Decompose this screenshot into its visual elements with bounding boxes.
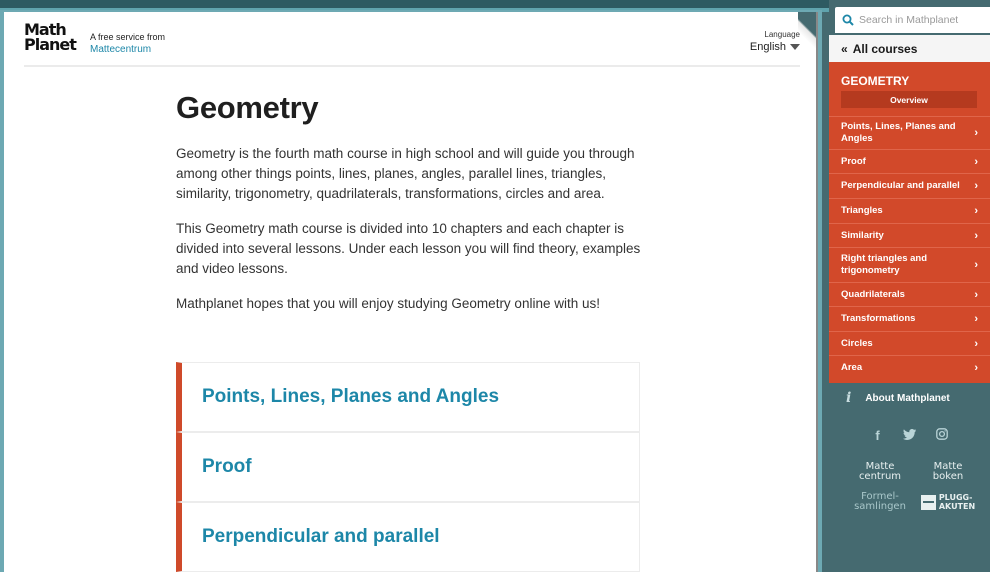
all-courses-label: All courses xyxy=(852,41,918,56)
sidebar-item-right-triangles[interactable]: Right triangles and trigonometry › xyxy=(829,247,990,282)
about-mathplanet-link[interactable]: i About Mathplanet xyxy=(829,383,990,413)
facebook-icon[interactable]: f xyxy=(871,428,885,443)
language-dropdown[interactable]: English xyxy=(750,41,800,53)
divide-icon xyxy=(920,494,936,510)
chapter-nav-list: Points, Lines, Planes and Angles › Proof ›… xyxy=(829,116,990,379)
all-courses-link[interactable]: « All courses xyxy=(829,35,990,62)
chapter-list: Points, Lines, Planes and Angles Proof P… xyxy=(176,362,640,572)
chevron-right-icon: › xyxy=(974,288,978,301)
sidebar-item-label: Proof xyxy=(841,155,866,167)
sidebar-item-triangles[interactable]: Triangles › xyxy=(829,198,990,223)
tagline: A free service from xyxy=(90,32,166,42)
sidebar-item-label: Points, Lines, Planes and Angles xyxy=(841,121,956,144)
pluggakuten-line2: AKUTEN xyxy=(938,502,976,511)
mattecentrum-logo[interactable]: Matte centrum xyxy=(849,462,911,482)
info-icon: i xyxy=(846,390,852,406)
chapter-title: Proof xyxy=(202,456,252,477)
chapter-card[interactable]: Perpendicular and parallel xyxy=(176,502,640,572)
social-links: f xyxy=(829,428,990,443)
chevron-right-icon: › xyxy=(974,313,978,325)
chapter-card[interactable]: Points, Lines, Planes and Angles xyxy=(176,362,640,432)
sidebar-item-label: Circles xyxy=(841,337,873,349)
chevron-right-icon: › xyxy=(974,229,978,242)
chevron-right-icon: › xyxy=(974,180,978,192)
chevron-right-icon: › xyxy=(974,127,978,139)
language-value: English xyxy=(749,41,786,53)
sidebar-item-transformations[interactable]: Transformations › xyxy=(829,306,990,331)
double-chevron-left-icon: « xyxy=(841,41,848,56)
pluggakuten-text: PLUGG- AKUTEN xyxy=(939,493,975,511)
course-intro: Geometry Geometry is the fourth math cou… xyxy=(176,90,646,329)
search-icon xyxy=(842,14,854,26)
intro-paragraph: Mathplanet hopes that you will enjoy stu… xyxy=(176,296,600,311)
sidebar-item-label: Right triangles and trigonometry xyxy=(841,253,928,276)
matteboken-logo[interactable]: Matte boken xyxy=(917,462,979,482)
sidebar-item-proof[interactable]: Proof › xyxy=(829,149,990,173)
formelsamlingen-logo[interactable]: Formel- samlingen xyxy=(849,492,911,512)
sidebar: « All courses GEOMETRY Overview Points, … xyxy=(829,0,990,572)
chevron-right-icon: › xyxy=(974,259,978,271)
language-selector: Language English xyxy=(750,30,800,53)
sidebar-item-label: Perpendicular and parallel xyxy=(841,180,960,191)
intro-paragraph: This Geometry math course is divided int… xyxy=(176,221,641,276)
partner-logos: Matte centrum Matte boken Formel- samlin… xyxy=(849,462,979,512)
sidebar-item-label: Area xyxy=(841,361,863,373)
sidebar-item-label: Triangles xyxy=(841,205,883,216)
course-nav-panel: GEOMETRY Overview Points, Lines, Planes … xyxy=(829,62,990,383)
search-box xyxy=(835,7,990,33)
sidebar-item-circles[interactable]: Circles › xyxy=(829,331,990,355)
chapter-title: Perpendicular and parallel xyxy=(202,526,440,547)
instagram-icon[interactable] xyxy=(935,428,949,443)
chevron-right-icon: › xyxy=(974,155,978,168)
about-label: About Mathplanet xyxy=(865,392,950,404)
sidebar-item-label: Quadrilaterals xyxy=(841,288,905,300)
chevron-right-icon: › xyxy=(974,361,978,374)
sidebar-item-label: Transformations xyxy=(841,313,916,324)
intro-paragraph: Geometry is the fourth math course in hi… xyxy=(176,146,635,201)
sidebar-item-quadrilaterals[interactable]: Quadrilaterals › xyxy=(829,282,990,306)
mathplanet-logo[interactable]: Math Planet xyxy=(24,22,80,56)
page-title: Geometry xyxy=(176,90,319,125)
pluggakuten-logo[interactable]: PLUGG- AKUTEN xyxy=(917,492,979,512)
page-header: Math Planet A free service from Mattecent… xyxy=(24,12,800,67)
sidebar-item-perpendicular[interactable]: Perpendicular and parallel › xyxy=(829,173,990,198)
language-label: Language xyxy=(764,30,800,39)
sidebar-item-points-lines[interactable]: Points, Lines, Planes and Angles › xyxy=(829,116,990,149)
chevron-right-icon: › xyxy=(974,205,978,217)
pluggakuten-line1: PLUGG- xyxy=(938,493,973,502)
overview-button[interactable]: Overview xyxy=(841,91,977,108)
chevron-right-icon: › xyxy=(974,337,978,350)
twitter-icon[interactable] xyxy=(903,428,917,443)
course-title: GEOMETRY xyxy=(841,74,910,88)
sidebar-item-area[interactable]: Area › xyxy=(829,355,990,379)
search-input[interactable] xyxy=(859,14,984,26)
caret-down-icon xyxy=(790,44,800,50)
chapter-title: Points, Lines, Planes and Angles xyxy=(202,386,500,407)
sidebar-item-similarity[interactable]: Similarity › xyxy=(829,223,990,247)
page-curl-decoration xyxy=(798,12,816,48)
mattecentrum-link[interactable]: Mattecentrum xyxy=(90,44,151,55)
chapter-card[interactable]: Proof xyxy=(176,432,640,502)
sidebar-item-label: Similarity xyxy=(841,229,884,241)
